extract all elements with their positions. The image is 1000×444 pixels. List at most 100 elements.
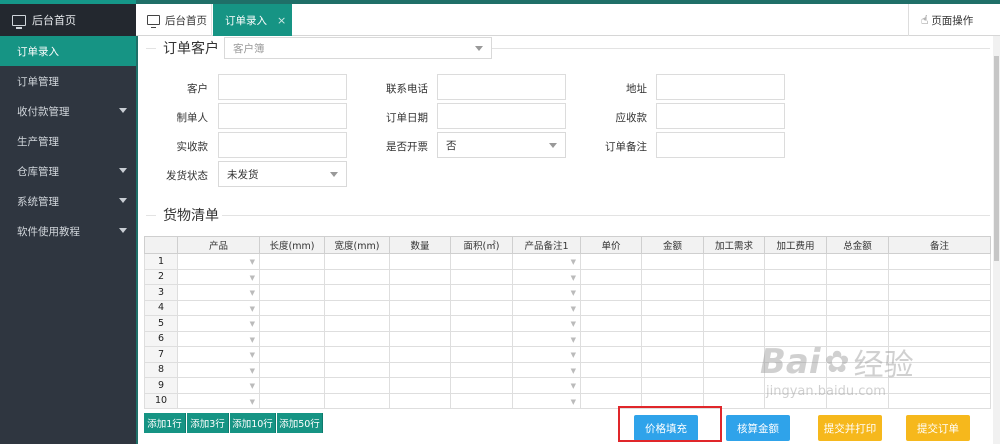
table-cell[interactable] bbox=[259, 361, 325, 378]
table-cell[interactable] bbox=[641, 361, 704, 378]
order-note-input[interactable] bbox=[656, 132, 785, 158]
table-cell[interactable] bbox=[703, 253, 765, 270]
table-cell[interactable] bbox=[580, 299, 642, 316]
table-cell[interactable]: ▼ bbox=[177, 284, 260, 301]
close-icon[interactable]: × bbox=[277, 14, 286, 27]
table-cell[interactable] bbox=[324, 346, 390, 363]
table-cell[interactable] bbox=[389, 268, 451, 285]
tab-home[interactable]: 后台首页 bbox=[138, 4, 212, 36]
table-cell[interactable] bbox=[259, 284, 325, 301]
receivable-input[interactable] bbox=[656, 103, 785, 129]
table-cell[interactable] bbox=[703, 346, 765, 363]
table-cell[interactable] bbox=[324, 392, 390, 409]
table-cell[interactable] bbox=[450, 284, 513, 301]
table-cell[interactable] bbox=[324, 361, 390, 378]
sidebar-item-production-management[interactable]: 生产管理 bbox=[0, 126, 136, 156]
table-cell[interactable]: ▼ bbox=[177, 299, 260, 316]
table-cell[interactable] bbox=[259, 330, 325, 347]
table-cell[interactable] bbox=[324, 315, 390, 332]
table-cell[interactable] bbox=[703, 361, 765, 378]
ship-status-select[interactable]: 未发货 bbox=[218, 161, 347, 187]
creator-input[interactable] bbox=[218, 103, 347, 129]
table-cell[interactable] bbox=[580, 361, 642, 378]
add-3-rows-button[interactable]: 添加3行 bbox=[187, 413, 229, 433]
table-cell[interactable] bbox=[389, 284, 451, 301]
address-input[interactable] bbox=[656, 74, 785, 100]
table-cell[interactable] bbox=[703, 299, 765, 316]
table-cell[interactable] bbox=[641, 315, 704, 332]
table-cell[interactable] bbox=[450, 299, 513, 316]
table-cell[interactable] bbox=[580, 268, 642, 285]
table-cell[interactable] bbox=[641, 377, 704, 394]
table-cell[interactable] bbox=[826, 253, 889, 270]
table-cell[interactable] bbox=[324, 268, 390, 285]
table-cell[interactable] bbox=[764, 284, 827, 301]
table-cell[interactable] bbox=[888, 284, 991, 301]
table-cell[interactable]: ▼ bbox=[177, 330, 260, 347]
sidebar-item-warehouse-management[interactable]: 仓库管理 bbox=[0, 156, 136, 186]
table-cell[interactable] bbox=[450, 330, 513, 347]
table-cell[interactable] bbox=[826, 268, 889, 285]
table-cell[interactable] bbox=[389, 330, 451, 347]
table-cell[interactable] bbox=[641, 253, 704, 270]
table-cell[interactable] bbox=[389, 361, 451, 378]
table-cell[interactable]: ▼ bbox=[512, 377, 581, 394]
table-cell[interactable] bbox=[450, 315, 513, 332]
table-cell[interactable] bbox=[450, 377, 513, 394]
table-cell[interactable] bbox=[641, 299, 704, 316]
table-cell[interactable] bbox=[580, 315, 642, 332]
table-cell[interactable] bbox=[703, 315, 765, 332]
table-cell[interactable] bbox=[389, 299, 451, 316]
table-cell[interactable] bbox=[764, 268, 827, 285]
table-cell[interactable] bbox=[259, 377, 325, 394]
table-cell[interactable] bbox=[389, 253, 451, 270]
table-cell[interactable] bbox=[259, 268, 325, 285]
customer-book-select[interactable]: 客户簿 bbox=[224, 37, 492, 59]
table-cell[interactable] bbox=[450, 268, 513, 285]
sidebar-item-software-tutorial[interactable]: 软件使用教程 bbox=[0, 216, 136, 246]
table-cell[interactable] bbox=[324, 284, 390, 301]
table-cell[interactable] bbox=[580, 377, 642, 394]
table-cell[interactable] bbox=[324, 253, 390, 270]
check-amount-button[interactable]: 核算金额 bbox=[726, 415, 790, 441]
table-cell[interactable] bbox=[888, 299, 991, 316]
table-cell[interactable] bbox=[703, 377, 765, 394]
table-cell[interactable] bbox=[764, 299, 827, 316]
order-date-input[interactable] bbox=[437, 103, 566, 129]
table-cell[interactable]: ▼ bbox=[177, 361, 260, 378]
invoiced-select[interactable]: 否 bbox=[437, 132, 566, 158]
sidebar-item-system-management[interactable]: 系统管理 bbox=[0, 186, 136, 216]
table-cell[interactable] bbox=[324, 299, 390, 316]
table-cell[interactable]: ▼ bbox=[177, 268, 260, 285]
sidebar-item-payment-management[interactable]: 收付款管理 bbox=[0, 96, 136, 126]
table-cell[interactable] bbox=[324, 377, 390, 394]
submit-order-button[interactable]: 提交订单 bbox=[906, 415, 970, 441]
add-1-row-button[interactable]: 添加1行 bbox=[144, 413, 186, 433]
table-cell[interactable] bbox=[450, 253, 513, 270]
table-cell[interactable] bbox=[389, 392, 451, 409]
table-cell[interactable]: ▼ bbox=[512, 268, 581, 285]
table-cell[interactable] bbox=[259, 392, 325, 409]
table-cell[interactable] bbox=[826, 299, 889, 316]
table-cell[interactable] bbox=[764, 253, 827, 270]
table-cell[interactable] bbox=[580, 284, 642, 301]
table-cell[interactable] bbox=[888, 268, 991, 285]
table-cell[interactable] bbox=[389, 346, 451, 363]
table-cell[interactable]: ▼ bbox=[512, 392, 581, 409]
table-cell[interactable]: ▼ bbox=[177, 392, 260, 409]
table-cell[interactable] bbox=[826, 284, 889, 301]
table-cell[interactable] bbox=[641, 284, 704, 301]
table-cell[interactable] bbox=[450, 392, 513, 409]
table-cell[interactable] bbox=[641, 330, 704, 347]
table-cell[interactable]: ▼ bbox=[512, 253, 581, 270]
table-cell[interactable]: ▼ bbox=[512, 299, 581, 316]
customer-input[interactable] bbox=[218, 74, 347, 100]
table-cell[interactable]: ▼ bbox=[177, 377, 260, 394]
table-cell[interactable] bbox=[641, 268, 704, 285]
tab-order-entry[interactable]: 订单录入 × bbox=[213, 4, 292, 36]
table-cell[interactable] bbox=[888, 315, 991, 332]
sidebar-home[interactable]: 后台首页 bbox=[0, 0, 136, 36]
sidebar-item-order-entry[interactable]: 订单录入 bbox=[0, 36, 136, 66]
table-cell[interactable]: ▼ bbox=[177, 346, 260, 363]
table-cell[interactable] bbox=[703, 268, 765, 285]
